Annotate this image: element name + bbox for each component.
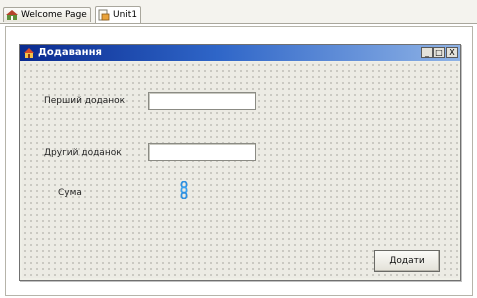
form-title: Додавання: [38, 47, 102, 58]
close-button[interactable]: X: [446, 47, 458, 58]
form-client-area: Перший доданок Другий доданок Сума Додат…: [22, 62, 458, 278]
add-button[interactable]: Додати: [374, 250, 440, 272]
label-second-addend: Другий доданок: [44, 148, 122, 158]
first-addend-input[interactable]: [148, 92, 256, 110]
tab-divider: [0, 23, 477, 24]
label-sum: Сума: [58, 188, 82, 198]
editor-tab-bar: Welcome Page Unit1: [0, 0, 477, 24]
tab-label: Unit1: [113, 10, 138, 20]
home-icon: [6, 9, 18, 21]
chain-icon[interactable]: [179, 180, 189, 200]
tab-unit1[interactable]: Unit1: [95, 6, 142, 23]
designed-form[interactable]: Додавання _ □ X Перший доданок Другий до…: [19, 44, 461, 281]
maximize-button[interactable]: □: [433, 47, 445, 58]
label-first-addend: Перший доданок: [44, 96, 126, 106]
tab-label: Welcome Page: [21, 10, 87, 20]
tab-welcome-page[interactable]: Welcome Page: [3, 7, 91, 22]
minimize-button[interactable]: _: [421, 47, 433, 58]
delphi-form-icon: [23, 47, 35, 59]
form-titlebar[interactable]: Додавання _ □ X: [20, 45, 460, 61]
second-addend-input[interactable]: [148, 143, 256, 161]
unit-file-icon: [98, 9, 110, 21]
